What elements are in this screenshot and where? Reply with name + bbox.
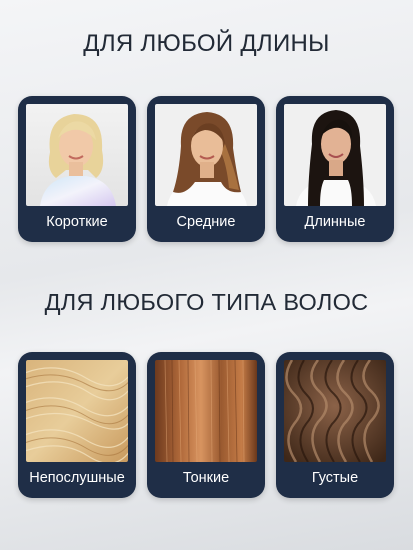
card-label: Густые: [311, 470, 359, 486]
wavy-dark-brown-hair-texture-photo: [284, 360, 386, 462]
card-label: Непослушные: [29, 470, 125, 486]
section-title-length: ДЛЯ ЛЮБОЙ ДЛИНЫ: [83, 30, 330, 57]
card-label: Длинные: [304, 214, 366, 230]
card-label: Средние: [176, 214, 236, 230]
straight-brown-hair-texture-photo: [155, 360, 257, 462]
hair-length-card-medium[interactable]: Средние: [147, 96, 265, 242]
section-title-hair-type: ДЛЯ ЛЮБОГО ТИПА ВОЛОС: [44, 289, 369, 315]
hair-type-card-thin[interactable]: Тонкие: [147, 352, 265, 498]
hair-type-card-unruly[interactable]: Непослушные: [18, 352, 136, 498]
woman-short-blonde-hair-photo: [26, 104, 128, 206]
hair-type-card-thick[interactable]: Густые: [276, 352, 394, 498]
card-label: Короткие: [46, 214, 108, 230]
woman-medium-brown-hair-photo: [155, 104, 257, 206]
hair-length-card-long[interactable]: Длинные: [276, 96, 394, 242]
woman-long-black-hair-photo: [284, 104, 386, 206]
blonde-hair-texture-photo: [26, 360, 128, 462]
card-label: Тонкие: [182, 470, 230, 486]
hair-length-card-short[interactable]: Короткие: [18, 96, 136, 242]
